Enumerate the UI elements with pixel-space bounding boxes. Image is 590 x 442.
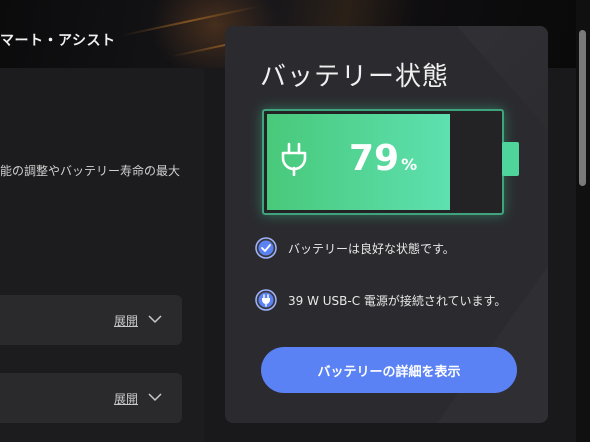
scrollbar-thumb[interactable] [579,30,586,186]
chevron-down-icon[interactable] [148,312,162,326]
battery-details-button[interactable]: バッテリーの詳細を表示 [261,347,517,393]
plug-icon [281,142,307,176]
expand-card[interactable]: 展開 [0,295,182,345]
battery-percentage: 79% [349,138,417,179]
chevron-down-icon[interactable] [148,390,162,404]
status-text: 39 W USB-C 電源が接続されています。 [288,294,507,308]
check-circle-icon [255,237,277,259]
battery-percent-value: 79 [349,138,400,179]
battery-terminal [502,142,519,176]
expand-link[interactable]: 展開 [114,312,138,329]
battery-card-title: バッテリー状態 [260,62,450,92]
status-text: バッテリーは良好な状態です。 [288,242,455,256]
battery-percent-sign: % [401,155,418,174]
app-title: マート・アシスト [0,33,116,49]
expand-link[interactable]: 展開 [114,390,138,407]
feature-description: 能の調整やバッテリー寿命の最大 [0,164,181,178]
plug-circle-icon [255,289,277,311]
expand-card[interactable]: 展開 [0,373,182,423]
battery-status-card: バッテリー状態 79% バッテリーは良好な状態です。 39 W USB-C 電源… [225,26,548,423]
card-decoration [435,256,548,423]
